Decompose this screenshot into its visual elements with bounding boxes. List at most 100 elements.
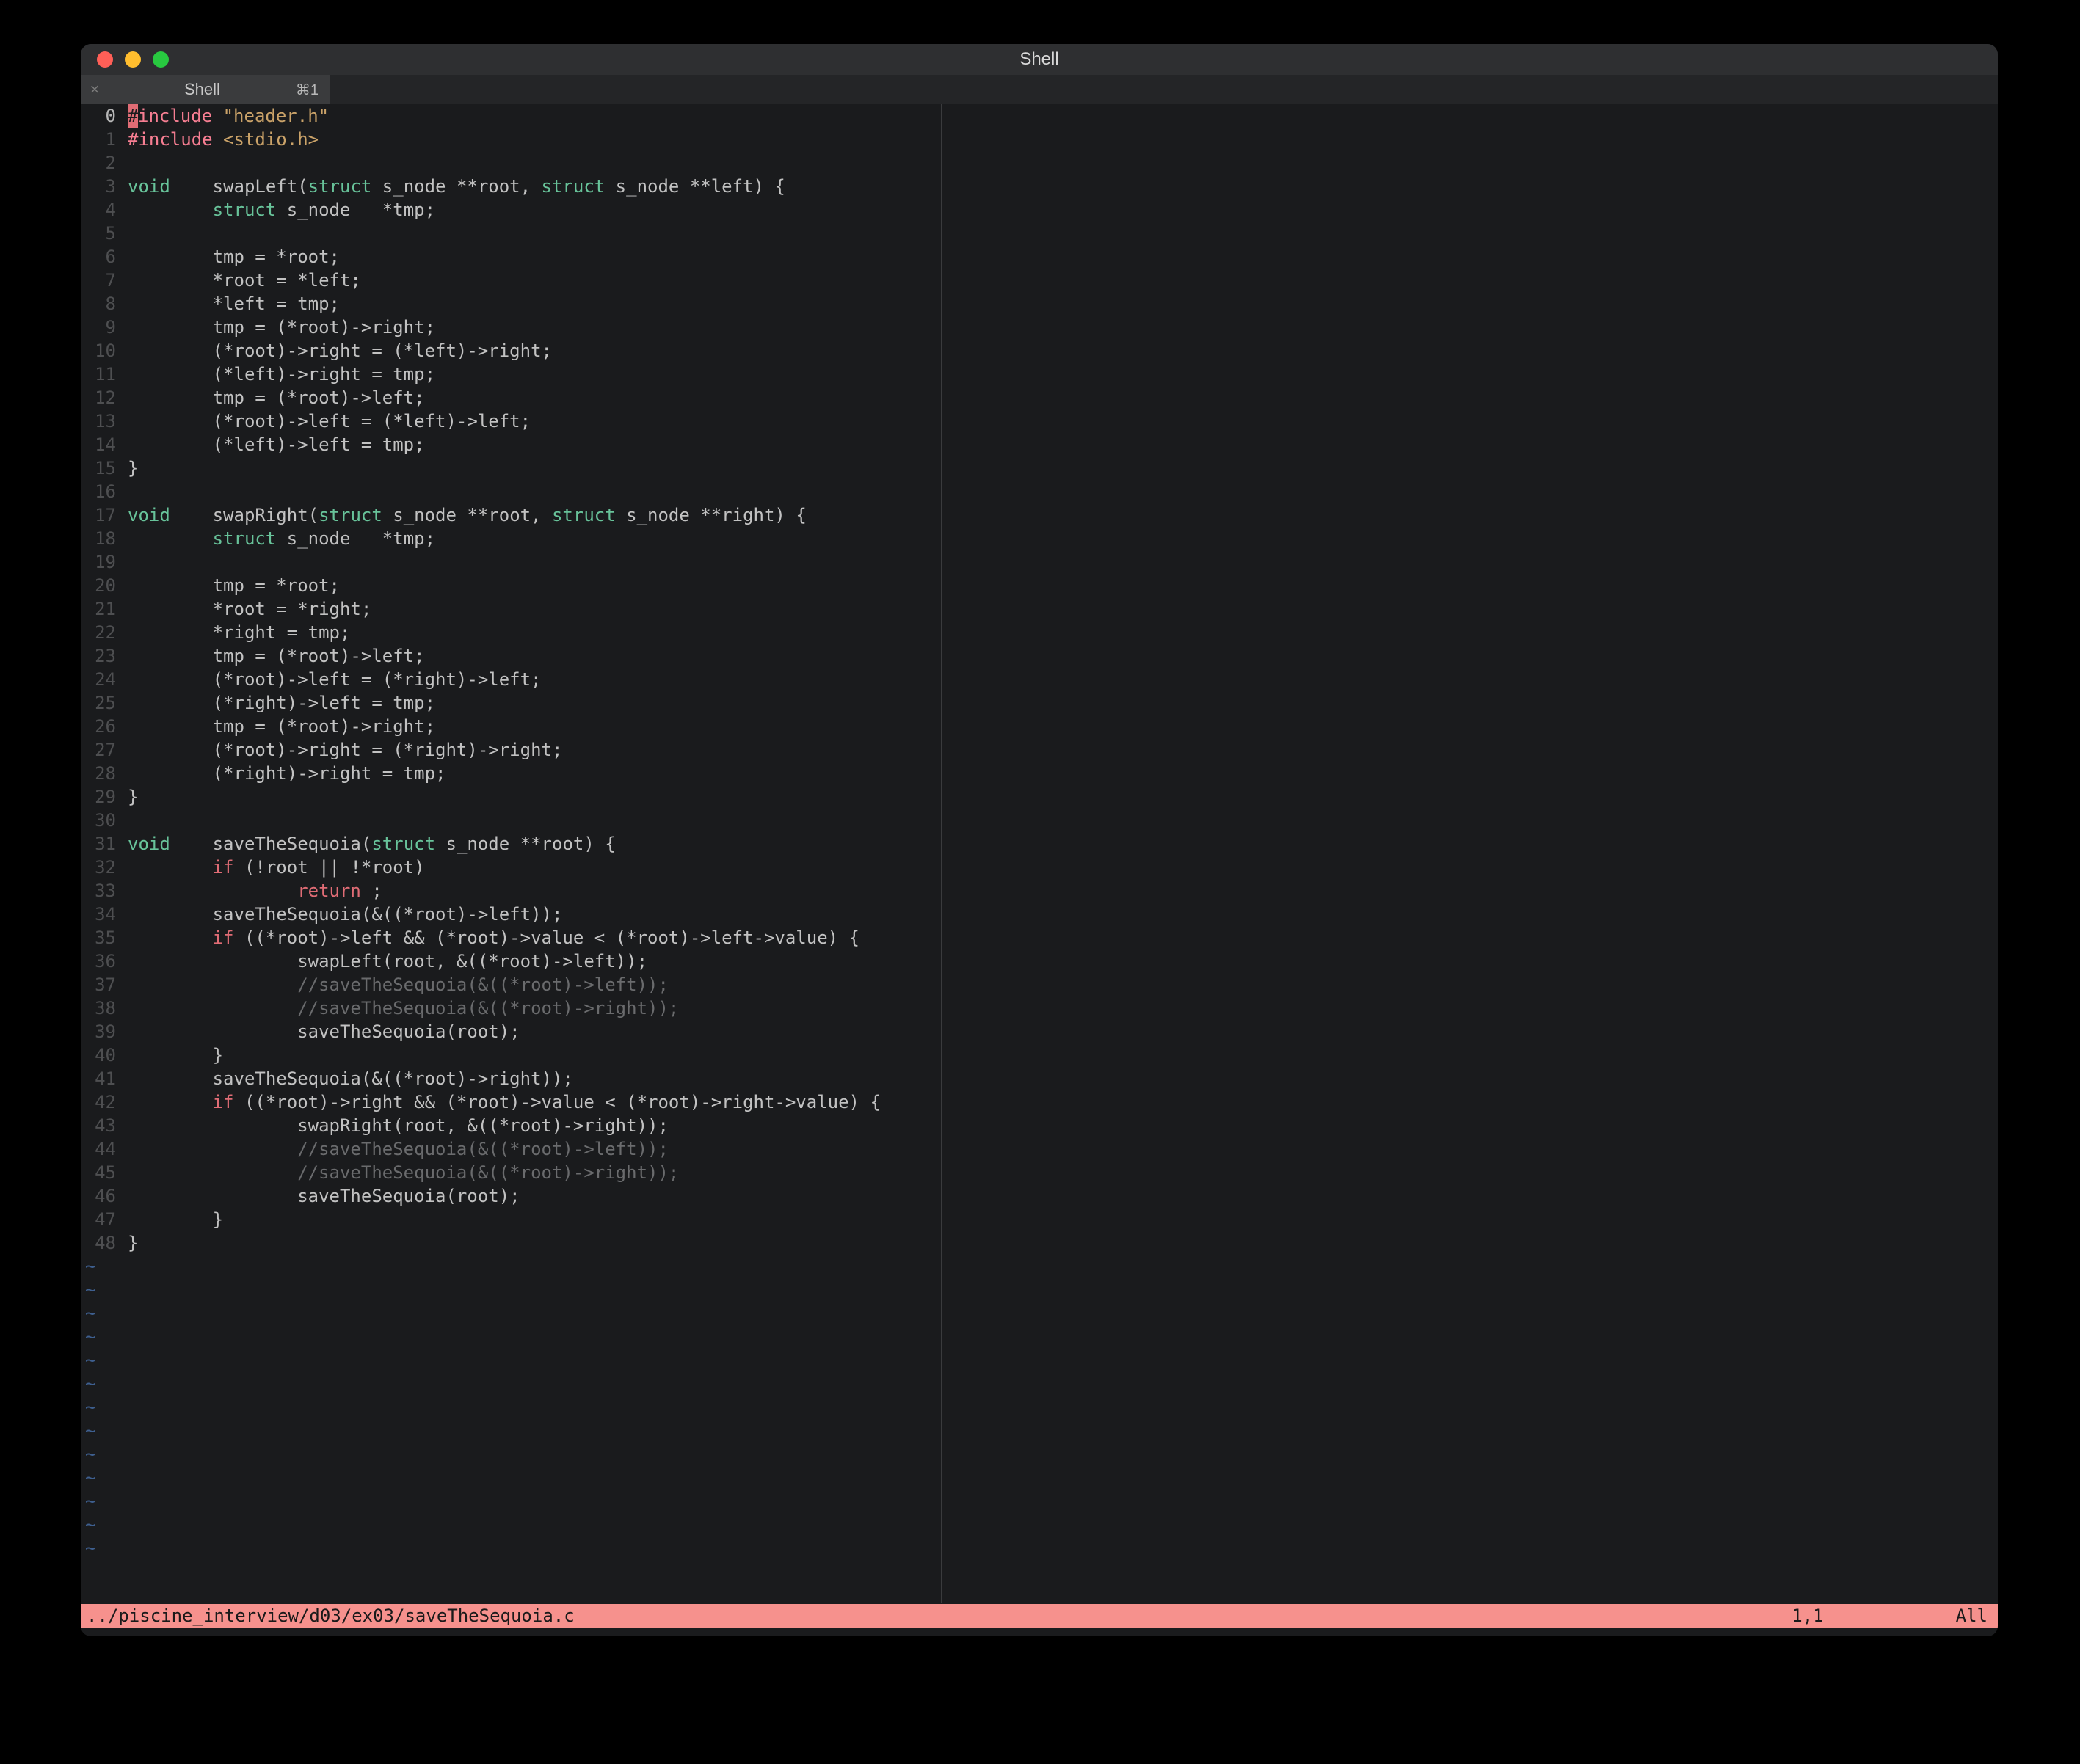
code-text[interactable]: #include "header.h" [123,104,329,128]
code-line[interactable]: 28 (*right)->right = tmp; [81,762,1998,785]
zoom-window-icon[interactable] [153,51,169,68]
code-text[interactable]: saveTheSequoia(root); [123,1020,520,1043]
code-line[interactable]: 11 (*left)->right = tmp; [81,362,1998,386]
code-text[interactable]: (*right)->right = tmp; [123,762,446,785]
code-line[interactable]: 13 (*root)->left = (*left)->left; [81,409,1998,433]
code-text[interactable]: *left = tmp; [123,292,340,316]
code-text[interactable] [123,480,128,503]
code-line[interactable]: 33 return ; [81,879,1998,903]
code-line[interactable]: 42 if ((*root)->right && (*root)->value … [81,1090,1998,1114]
code-text[interactable]: void swapLeft(struct s_node **root, stru… [123,175,785,198]
code-text[interactable] [123,809,128,832]
code-text[interactable]: tmp = *root; [123,574,340,597]
code-text[interactable]: } [123,1043,223,1067]
code-text[interactable]: } [123,785,138,809]
code-text[interactable]: tmp = *root; [123,245,340,269]
code-text[interactable]: (*left)->right = tmp; [123,362,435,386]
code-text[interactable]: *root = *left; [123,269,361,292]
code-text[interactable]: (*right)->left = tmp; [123,691,435,715]
code-area[interactable]: 0#include "header.h"1#include <stdio.h>2… [81,104,1998,1560]
code-text[interactable]: tmp = (*root)->left; [123,644,425,668]
code-line[interactable]: 0#include "header.h" [81,104,1998,128]
code-line[interactable]: 32 if (!root || !*root) [81,856,1998,879]
code-text[interactable]: if (!root || !*root) [123,856,425,879]
code-line[interactable]: 1#include <stdio.h> [81,128,1998,151]
code-line[interactable]: 29} [81,785,1998,809]
code-line[interactable]: 37 //saveTheSequoia(&((*root)->left)); [81,973,1998,996]
code-line[interactable]: 7 *root = *left; [81,269,1998,292]
code-line[interactable]: 14 (*left)->left = tmp; [81,433,1998,456]
code-line[interactable]: 3void swapLeft(struct s_node **root, str… [81,175,1998,198]
code-text[interactable]: //saveTheSequoia(&((*root)->right)); [123,996,679,1020]
code-text[interactable]: tmp = (*root)->right; [123,715,435,738]
code-line[interactable]: 16 [81,480,1998,503]
code-text[interactable]: tmp = (*root)->right; [123,316,435,339]
code-text[interactable]: } [123,1208,223,1231]
code-text[interactable]: if ((*root)->right && (*root)->value < (… [123,1090,881,1114]
code-text[interactable]: swapRight(root, &((*root)->right)); [123,1114,669,1137]
code-text[interactable]: swapLeft(root, &((*root)->left)); [123,950,647,973]
code-line[interactable]: 26 tmp = (*root)->right; [81,715,1998,738]
code-text[interactable]: void saveTheSequoia(struct s_node **root… [123,832,616,856]
code-text[interactable]: tmp = (*root)->left; [123,386,425,409]
code-text[interactable]: } [123,1231,138,1255]
code-text[interactable] [123,550,128,574]
code-line[interactable]: 34 saveTheSequoia(&((*root)->left)); [81,903,1998,926]
code-text[interactable]: saveTheSequoia(&((*root)->right)); [123,1067,573,1090]
code-line[interactable]: 41 saveTheSequoia(&((*root)->right)); [81,1067,1998,1090]
code-line[interactable]: 23 tmp = (*root)->left; [81,644,1998,668]
code-line[interactable]: 12 tmp = (*root)->left; [81,386,1998,409]
code-text[interactable]: return ; [123,879,382,903]
code-line[interactable]: 47 } [81,1208,1998,1231]
code-line[interactable]: 6 tmp = *root; [81,245,1998,269]
code-line[interactable]: 2 [81,151,1998,175]
code-text[interactable]: (*root)->right = (*right)->right; [123,738,562,762]
code-text[interactable]: #include <stdio.h> [123,128,319,151]
code-text[interactable]: (*left)->left = tmp; [123,433,425,456]
code-text[interactable] [123,151,128,175]
editor-viewport[interactable]: 0#include "header.h"1#include <stdio.h>2… [81,104,1998,1636]
code-line[interactable]: 8 *left = tmp; [81,292,1998,316]
code-text[interactable]: struct s_node *tmp; [123,198,435,222]
code-text[interactable]: void swapRight(struct s_node **root, str… [123,503,807,527]
code-text[interactable]: *root = *right; [123,597,371,621]
tab-shell[interactable]: × Shell ⌘1 [81,75,330,104]
code-line[interactable]: 18 struct s_node *tmp; [81,527,1998,550]
code-text[interactable]: (*root)->left = (*right)->left; [123,668,542,691]
code-line[interactable]: 17void swapRight(struct s_node **root, s… [81,503,1998,527]
code-text[interactable]: *right = tmp; [123,621,350,644]
code-line[interactable]: 25 (*right)->left = tmp; [81,691,1998,715]
code-line[interactable]: 40 } [81,1043,1998,1067]
code-text[interactable]: struct s_node *tmp; [123,527,435,550]
close-window-icon[interactable] [97,51,113,68]
code-line[interactable]: 31void saveTheSequoia(struct s_node **ro… [81,832,1998,856]
code-line[interactable]: 43 swapRight(root, &((*root)->right)); [81,1114,1998,1137]
code-text[interactable]: (*root)->right = (*left)->right; [123,339,552,362]
code-line[interactable]: 30 [81,809,1998,832]
tab-close-icon[interactable]: × [81,80,109,99]
code-line[interactable]: 46 saveTheSequoia(root); [81,1184,1998,1208]
code-line[interactable]: 15} [81,456,1998,480]
code-line[interactable]: 38 //saveTheSequoia(&((*root)->right)); [81,996,1998,1020]
code-line[interactable]: 36 swapLeft(root, &((*root)->left)); [81,950,1998,973]
code-text[interactable]: //saveTheSequoia(&((*root)->left)); [123,973,669,996]
code-line[interactable]: 44 //saveTheSequoia(&((*root)->left)); [81,1137,1998,1161]
code-line[interactable]: 10 (*root)->right = (*left)->right; [81,339,1998,362]
code-line[interactable]: 35 if ((*root)->left && (*root)->value <… [81,926,1998,950]
code-line[interactable]: 5 [81,222,1998,245]
code-text[interactable]: saveTheSequoia(root); [123,1184,520,1208]
code-line[interactable]: 24 (*root)->left = (*right)->left; [81,668,1998,691]
code-text[interactable]: //saveTheSequoia(&((*root)->right)); [123,1161,679,1184]
code-line[interactable]: 21 *root = *right; [81,597,1998,621]
code-text[interactable]: } [123,456,138,480]
code-line[interactable]: 9 tmp = (*root)->right; [81,316,1998,339]
code-line[interactable]: 39 saveTheSequoia(root); [81,1020,1998,1043]
code-line[interactable]: 45 //saveTheSequoia(&((*root)->right)); [81,1161,1998,1184]
code-line[interactable]: 19 [81,550,1998,574]
minimize-window-icon[interactable] [125,51,141,68]
code-line[interactable]: 27 (*root)->right = (*right)->right; [81,738,1998,762]
code-text[interactable]: (*root)->left = (*left)->left; [123,409,531,433]
code-line[interactable]: 20 tmp = *root; [81,574,1998,597]
code-text[interactable]: if ((*root)->left && (*root)->value < (*… [123,926,859,950]
code-text[interactable]: saveTheSequoia(&((*root)->left)); [123,903,562,926]
